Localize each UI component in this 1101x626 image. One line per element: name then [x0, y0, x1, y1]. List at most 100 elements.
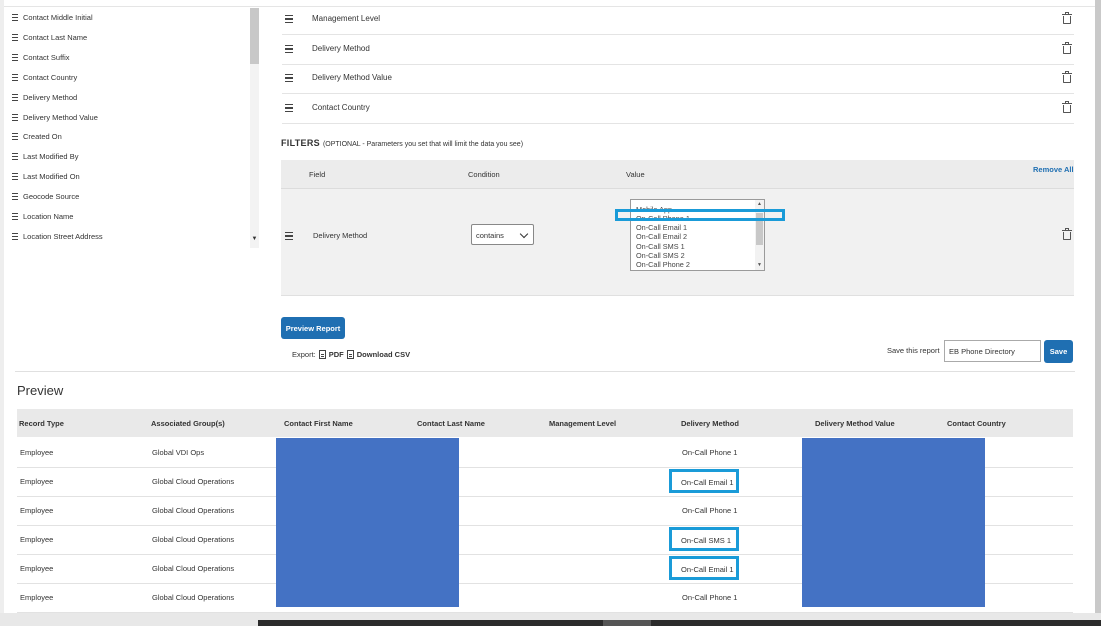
preview-table-header: Record Type Associated Group(s) Contact … — [17, 409, 1073, 437]
field-item[interactable]: Contact Suffix — [12, 51, 70, 63]
download-csv-link[interactable]: Download CSV — [357, 350, 410, 359]
trash-icon[interactable] — [1062, 71, 1072, 83]
field-item[interactable]: Delivery Method Value — [12, 111, 98, 123]
delivery-method-cell: On-Call Email 1 — [681, 565, 734, 574]
record-type-cell: Employee — [20, 564, 54, 573]
field-item[interactable]: Contact Last Name — [12, 31, 87, 43]
group-cell: Global Cloud Operations — [152, 535, 235, 544]
trash-icon[interactable] — [1062, 12, 1072, 24]
field-item-label: Contact Last Name — [23, 32, 88, 42]
field-item[interactable]: Last Modified On — [12, 170, 80, 182]
hamburger-icon[interactable] — [12, 172, 18, 180]
horizontal-scroll-thumb[interactable] — [603, 620, 651, 626]
group-cell: Global VDI Ops — [152, 448, 205, 457]
filters-panel: Field Condition Value Remove All Deliver… — [281, 160, 1074, 296]
remove-all-link[interactable]: Remove All — [1033, 165, 1074, 174]
record-type-cell: Employee — [20, 448, 54, 457]
scroll-down-icon[interactable]: ▼ — [756, 262, 763, 268]
group-cell: Global Cloud Operations — [152, 564, 235, 573]
field-item[interactable]: Contact Middle Initial — [12, 11, 93, 23]
field-item[interactable]: Created On — [12, 130, 62, 142]
field-list-scroll-thumb[interactable] — [250, 8, 259, 64]
group-cell: Global Cloud Operations — [152, 593, 235, 602]
delivery-method-cell: On-Call SMS 1 — [681, 536, 732, 545]
record-type-cell: Employee — [20, 535, 54, 544]
scroll-up-icon[interactable]: ▲ — [756, 201, 763, 207]
hamburger-icon[interactable] — [285, 45, 293, 53]
hamburger-icon[interactable] — [12, 192, 18, 200]
filter-header-value: Value — [626, 170, 645, 179]
pdf-icon[interactable] — [318, 350, 326, 359]
condition-select[interactable]: contains — [471, 224, 534, 245]
condition-select-value: contains — [476, 231, 504, 240]
horizontal-scrollbar[interactable] — [258, 620, 1101, 626]
scroll-down-icon[interactable]: ▼ — [250, 236, 259, 246]
field-item[interactable]: Geocode Source — [12, 190, 79, 202]
value-option[interactable]: On-Call Phone 2 — [636, 260, 690, 269]
filters-title: FILTERS — [281, 138, 320, 148]
selected-column-row: Management Level — [282, 5, 1074, 35]
field-item[interactable]: Contact Country — [12, 71, 77, 83]
hamburger-icon[interactable] — [12, 132, 18, 140]
group-cell: Global Cloud Operations — [152, 506, 235, 515]
filters-heading: FILTERS (OPTIONAL - Parameters you set th… — [281, 138, 523, 148]
value-option[interactable]: On-Call Email 2 — [636, 232, 687, 241]
hamburger-icon[interactable] — [12, 152, 18, 160]
field-item[interactable]: Location Name — [12, 210, 73, 222]
trash-icon[interactable] — [1062, 228, 1072, 240]
delivery-method-cell: On-Call Phone 1 — [682, 506, 738, 515]
report-name-input[interactable] — [944, 340, 1041, 362]
trash-icon[interactable] — [1062, 101, 1072, 113]
column-header: Contact First Name — [284, 419, 353, 428]
hamburger-icon[interactable] — [12, 13, 18, 21]
field-item[interactable]: Delivery Method — [12, 91, 77, 103]
section-divider — [15, 371, 1075, 372]
csv-icon[interactable] — [346, 350, 354, 359]
hamburger-icon[interactable] — [12, 33, 18, 41]
field-item-label: Contact Suffix — [23, 52, 70, 62]
column-header: Delivery Method — [681, 419, 739, 428]
field-item-label: Delivery Method Value — [23, 112, 98, 122]
selected-column-label: Contact Country — [312, 103, 370, 112]
column-header: Contact Country — [947, 419, 1006, 428]
delivery-method-cell: On-Call Email 1 — [681, 478, 734, 487]
window-left-edge — [0, 0, 4, 613]
hamburger-icon[interactable] — [12, 113, 18, 121]
group-cell: Global Cloud Operations — [152, 477, 235, 486]
hamburger-icon[interactable] — [12, 232, 18, 240]
filters-subtitle: (OPTIONAL - Parameters you set that will… — [322, 141, 524, 148]
export-bar: Export: PDF Download CSV — [292, 350, 410, 359]
record-type-cell: Employee — [20, 477, 54, 486]
value-option[interactable]: On-Call Email 1 — [636, 223, 687, 232]
export-label: Export: — [292, 350, 316, 359]
hamburger-icon[interactable] — [285, 232, 293, 240]
selected-value-highlight — [615, 209, 785, 221]
export-pdf-link[interactable]: PDF — [329, 350, 344, 359]
hamburger-icon[interactable] — [12, 53, 18, 61]
hamburger-icon[interactable] — [12, 73, 18, 81]
field-item[interactable]: Location Street Address — [12, 230, 103, 242]
hamburger-icon[interactable] — [285, 15, 293, 23]
preview-report-button[interactable]: Preview Report — [281, 317, 345, 339]
field-item[interactable]: Last Modified By — [12, 150, 78, 162]
field-item-label: Last Modified By — [23, 151, 79, 161]
delivery-method-highlight: On-Call Email 1 — [669, 556, 739, 580]
hamburger-icon[interactable] — [285, 74, 293, 82]
trash-icon[interactable] — [1062, 42, 1072, 54]
field-item-label: Location Name — [23, 211, 74, 221]
save-button[interactable]: Save — [1044, 340, 1073, 363]
record-type-cell: Employee — [20, 593, 54, 602]
column-header: Delivery Method Value — [815, 419, 895, 428]
column-header: Record Type — [19, 419, 64, 428]
field-item-label: Last Modified On — [23, 171, 80, 181]
value-option[interactable]: On-Call SMS 2 — [636, 251, 685, 260]
hamburger-icon[interactable] — [12, 93, 18, 101]
selected-column-label: Delivery Method Value — [312, 73, 392, 82]
preview-title: Preview — [17, 383, 64, 398]
value-option[interactable]: On-Call SMS 1 — [636, 242, 685, 251]
delivery-method-highlight: On-Call Email 1 — [669, 469, 739, 493]
hamburger-icon[interactable] — [285, 104, 293, 112]
field-item-label: Created On — [23, 131, 62, 141]
selected-column-row: Delivery Method — [282, 35, 1074, 65]
hamburger-icon[interactable] — [12, 212, 18, 220]
